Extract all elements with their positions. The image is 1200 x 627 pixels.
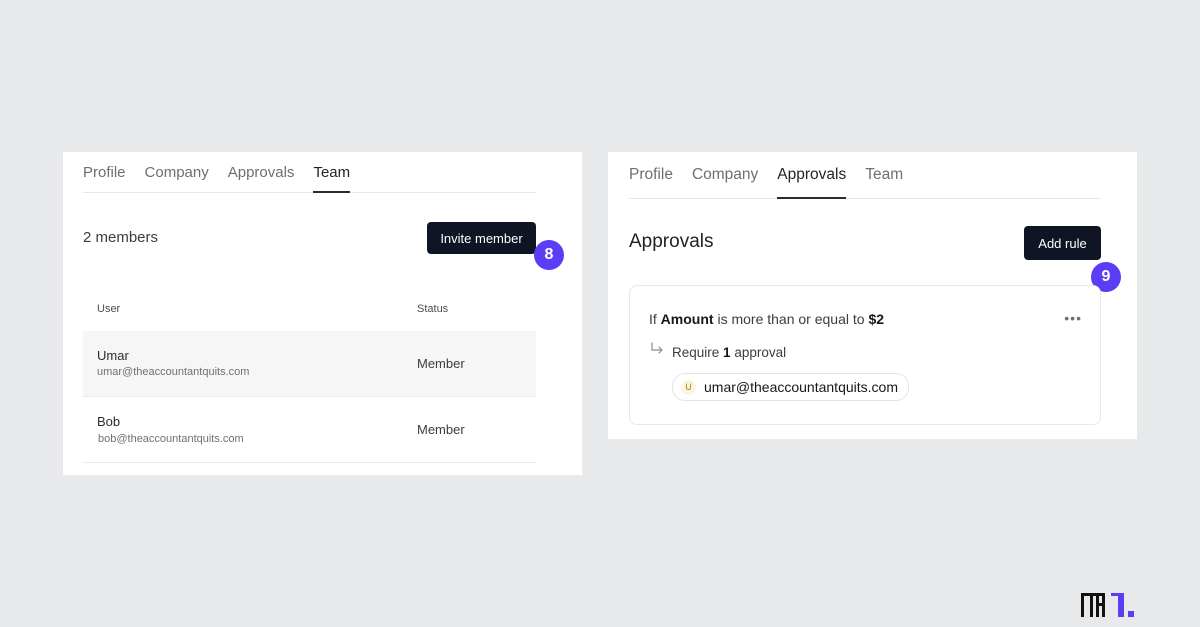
brand-logo — [1081, 593, 1134, 617]
tab-approvals[interactable]: Approvals — [777, 152, 846, 199]
tab-team[interactable]: Team — [865, 152, 903, 198]
member-status: Member — [417, 356, 465, 371]
page-title: Approvals — [629, 231, 714, 252]
require-prefix: Require — [672, 345, 720, 360]
step-badge: 8 — [534, 240, 564, 270]
member-status: Member — [417, 422, 465, 437]
approval-rule-card: If Amount is more than or equal to $2 ••… — [629, 285, 1101, 425]
settings-tabs: Profile Company Approvals Team — [83, 152, 536, 193]
tab-company[interactable]: Company — [692, 152, 758, 198]
members-count: 2 members — [83, 229, 159, 246]
tab-approvals[interactable]: Approvals — [228, 152, 295, 192]
column-header-status: Status — [417, 303, 449, 315]
member-email: umar@theaccountantquits.com — [97, 366, 250, 378]
tab-profile[interactable]: Profile — [629, 152, 673, 198]
settings-tabs: Profile Company Approvals Team — [629, 152, 1101, 199]
avatar: U — [681, 379, 696, 395]
column-header-user: User — [97, 303, 121, 315]
more-horizontal-icon[interactable]: ••• — [1064, 310, 1082, 326]
add-rule-button[interactable]: Add rule — [1024, 226, 1101, 260]
team-settings-panel: Profile Company Approvals Team 2 members… — [63, 152, 582, 475]
rule-operator: is more than or equal to — [717, 311, 865, 327]
rule-field: Amount — [660, 311, 714, 327]
table-row[interactable]: Bob bob@theaccountantquits.com Member — [83, 397, 536, 463]
rule-condition: If Amount is more than or equal to $2 — [649, 311, 884, 327]
approver-chip[interactable]: U umar@theaccountantquits.com — [672, 373, 909, 401]
invite-member-button[interactable]: Invite member — [427, 222, 536, 254]
tab-profile[interactable]: Profile — [83, 152, 126, 192]
corner-down-right-icon — [651, 342, 663, 354]
rule-value: $2 — [868, 311, 885, 327]
tab-company[interactable]: Company — [145, 152, 209, 192]
require-suffix: approval — [734, 345, 787, 360]
member-name: Umar — [97, 348, 129, 363]
member-email: bob@theaccountantquits.com — [98, 433, 244, 445]
tab-team[interactable]: Team — [313, 152, 350, 193]
approver-email: umar@theaccountantquits.com — [704, 379, 898, 395]
rule-requirement: Require 1 approval — [672, 345, 786, 360]
require-count: 1 — [723, 345, 731, 360]
table-row[interactable]: Umar umar@theaccountantquits.com Member — [83, 331, 536, 397]
rule-prefix: If — [649, 311, 657, 327]
member-name: Bob — [97, 414, 121, 429]
approvals-settings-panel: Profile Company Approvals Team Approvals… — [608, 152, 1137, 439]
